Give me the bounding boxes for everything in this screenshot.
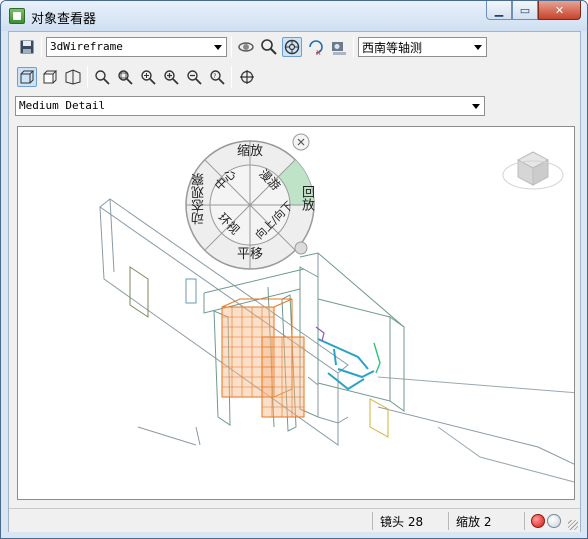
svg-text:?: ? [213, 73, 216, 80]
status-bar: 镜头 28 缩放 2 [9, 508, 580, 532]
title-bar: 对象查看器 ▁ ▭ ✕ [1, 1, 587, 31]
view-direction-dropdown[interactable]: 西南等轴测 [358, 37, 487, 57]
zoom-in-icon[interactable] [161, 67, 181, 87]
camera-icon[interactable] [329, 37, 349, 57]
idle-indicator-icon[interactable] [547, 514, 561, 528]
svg-text:X: X [316, 49, 321, 56]
visual-style-dropdown[interactable]: 3dWireframe [46, 37, 227, 57]
toolbar-view: ? [9, 64, 580, 92]
zoom-icon[interactable] [259, 37, 279, 57]
3d-viewport[interactable]: 缩放 中心 漫游 回放 动态观察 环视 向上/向下 平移 [17, 126, 575, 500]
zoom-out-icon[interactable] [184, 67, 204, 87]
toolbar-main: 3dWireframe X 西南等轴测 [9, 34, 580, 62]
wheel-rewind-label[interactable]: 回放 [297, 185, 316, 211]
rotate-x-icon[interactable]: X [306, 37, 326, 57]
window-title: 对象查看器 [31, 12, 97, 27]
close-button[interactable]: ✕ [538, 1, 581, 20]
record-indicator-icon[interactable] [531, 514, 545, 528]
resize-grip[interactable] [568, 520, 578, 530]
app-icon [9, 8, 25, 24]
orbit-icon[interactable] [236, 37, 256, 57]
steering-wheel-icon[interactable] [282, 37, 302, 57]
minimize-button[interactable]: ▁ [486, 1, 512, 20]
model-drawing [99, 133, 574, 483]
view-cube-icon[interactable] [17, 67, 37, 87]
zoom-previous-icon[interactable]: ? [207, 67, 227, 87]
detail-level-dropdown[interactable]: Medium Detail [15, 96, 485, 116]
visual-style-value: 3dWireframe [50, 40, 123, 53]
zoom-window-icon[interactable] [115, 67, 135, 87]
detail-level-value: Medium Detail [19, 99, 106, 112]
save-icon[interactable] [17, 37, 37, 57]
object-viewer-window: 对象查看器 ▁ ▭ ✕ 3dWireframe X 西南等轴测 ? Medium… [0, 0, 588, 539]
zoom-status: 缩放 2 [456, 515, 492, 529]
maximize-button[interactable]: ▭ [512, 1, 538, 20]
client-area: 3dWireframe X 西南等轴测 ? Medium Detail 缩放 中… [8, 31, 581, 532]
perspective-icon[interactable] [63, 67, 83, 87]
wheel-zoom-label[interactable]: 缩放 [237, 140, 263, 159]
view-cube-icon[interactable] [502, 151, 564, 190]
box-view-icon[interactable] [40, 67, 60, 87]
zoom-extents-icon[interactable] [138, 67, 158, 87]
zoom-realtime-icon[interactable] [92, 67, 112, 87]
pan-icon[interactable] [237, 67, 257, 87]
wheel-pan-label[interactable]: 平移 [237, 243, 263, 262]
lens-status: 镜头 28 [380, 515, 424, 529]
view-direction-value: 西南等轴测 [362, 41, 423, 55]
wheel-orbit-label[interactable]: 动态观察 [190, 173, 209, 225]
